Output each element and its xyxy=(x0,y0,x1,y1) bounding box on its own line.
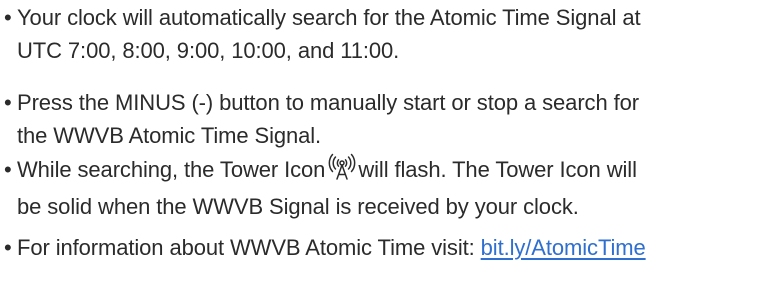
bullet: • xyxy=(4,235,12,260)
list-item-more-info: • For information about WWVB Atomic Time … xyxy=(4,231,776,264)
item-text: While searching, the Tower Icon xyxy=(17,157,326,182)
item-text: For information about WWVB Atomic Time v… xyxy=(17,235,481,260)
item-text-continuation: UTC 7:00, 8:00, 9:00, 10:00, and 11:00. xyxy=(17,38,400,63)
bullet: • xyxy=(4,157,12,182)
bullet: • xyxy=(4,5,12,30)
item-text-after-icon: will flash. The Tower Icon will xyxy=(358,157,637,182)
atomic-time-link[interactable]: bit.ly/AtomicTime xyxy=(481,235,646,260)
item-text-continuation: the WWVB Atomic Time Signal. xyxy=(17,123,322,148)
list-item-auto-search: • Your clock will automatically search fo… xyxy=(4,1,776,67)
tower-signal-icon xyxy=(328,153,356,181)
item-text: Your clock will automatically search for… xyxy=(17,5,641,30)
list-item-minus-button: • Press the MINUS (-) button to manually … xyxy=(4,86,776,152)
list-item-tower-icon: • While searching, the Tower Icon will fl… xyxy=(4,149,776,223)
item-text-continuation: be solid when the WWVB Signal is receive… xyxy=(17,194,579,219)
item-text: Press the MINUS (-) button to manually s… xyxy=(17,90,639,115)
instructions-list: • Your clock will automatically search fo… xyxy=(0,0,779,298)
bullet: • xyxy=(4,90,12,115)
